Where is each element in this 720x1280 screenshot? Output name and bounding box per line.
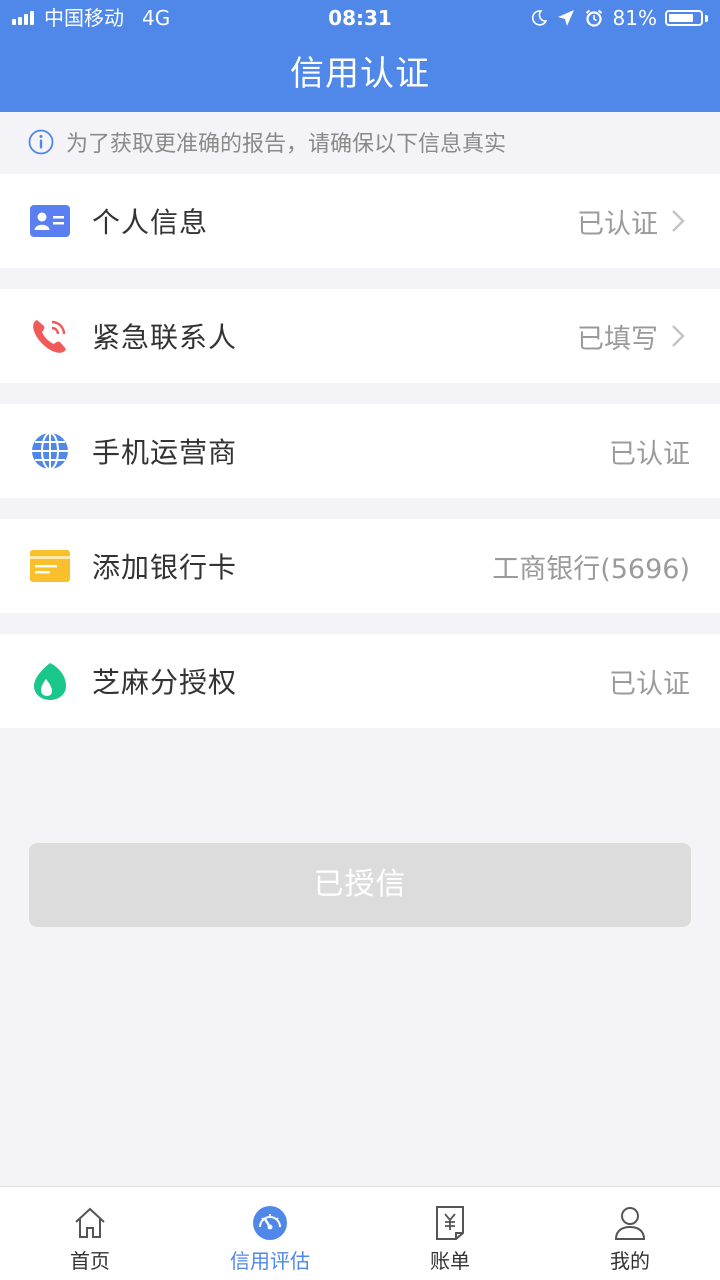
row-status: 已认证 [609,438,690,470]
row-label: 芝麻分授权 [92,666,238,699]
tab-label: 我的 [610,1249,650,1273]
info-icon [28,129,54,155]
info-notice: 为了获取更准确的报告，请确保以下信息真实 [0,112,720,172]
row-label: 手机运营商 [92,436,238,469]
chevron-right-icon [658,316,698,356]
tab-bar: 首页 信用评估 账单 我的 [0,1186,720,1280]
row-label: 个人信息 [92,206,209,239]
row-mobile-carrier[interactable]: 手机运营商 已认证 [0,404,720,498]
location-icon [557,10,574,26]
battery-cap [705,14,708,22]
page-title: 信用认证 [290,54,430,94]
bank-card-icon [30,546,70,586]
row-emergency-contact[interactable]: 紧急联系人 已填写 [0,289,720,383]
status-bar: 中国移动 4G 08:31 81% [0,0,720,36]
row-label: 紧急联系人 [92,321,238,354]
row-personal-info[interactable]: 个人信息 已认证 [0,174,720,268]
tab-label: 信用评估 [230,1249,310,1273]
battery-percent: 81% [612,6,657,30]
row-status: 工商银行(5696) [492,553,690,585]
alarm-icon [585,9,602,27]
tab-home[interactable]: 首页 [0,1187,180,1280]
phone-icon [30,316,70,356]
row-bank-card[interactable]: 添加银行卡 工商银行(5696) [0,519,720,613]
moon-icon [531,10,547,26]
sesame-icon [30,661,70,701]
row-status: 已认证 [609,668,690,700]
user-icon [610,1203,650,1243]
tab-me[interactable]: 我的 [540,1187,720,1280]
home-icon [70,1203,110,1243]
tab-credit-evaluation[interactable]: 信用评估 [180,1187,360,1280]
notice-text: 为了获取更准确的报告，请确保以下信息真实 [66,132,507,157]
tab-label: 首页 [70,1249,110,1273]
status-right: 81% [531,0,708,36]
globe-icon [30,431,70,471]
id-card-icon [30,201,70,241]
header: 中国移动 4G 08:31 81% 信用认证 [0,0,720,112]
battery-fill [669,14,693,22]
tab-label: 账单 [430,1249,470,1273]
battery-icon [665,10,703,26]
row-status: 已认证 [577,208,658,240]
chevron-right-icon [658,201,698,241]
gauge-icon [250,1203,290,1243]
row-status: 已填写 [577,323,658,355]
bill-icon [430,1203,470,1243]
row-sesame-auth[interactable]: 芝麻分授权 已认证 [0,634,720,728]
tab-bills[interactable]: 账单 [360,1187,540,1280]
credit-granted-button[interactable]: 已授信 [29,843,691,927]
row-label: 添加银行卡 [92,551,238,584]
